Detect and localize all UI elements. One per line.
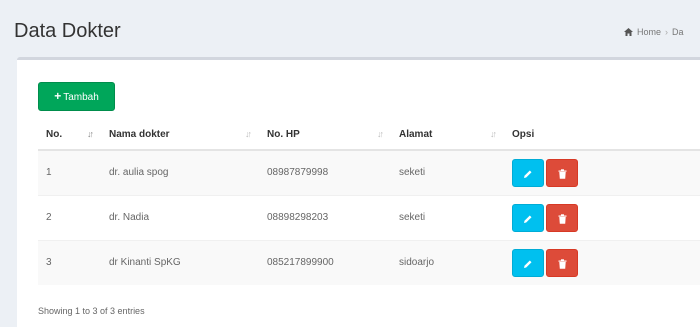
cell-opsi (504, 194, 700, 240)
cell-no: 1 (38, 149, 101, 195)
pencil-icon (524, 170, 532, 178)
sort-icon: ↓↑ (87, 129, 94, 139)
add-button-label: Tambah (63, 92, 99, 103)
pencil-icon (524, 215, 532, 223)
edit-button[interactable] (512, 158, 544, 187)
breadcrumb-separator: › (665, 27, 669, 37)
cell-hp: 08898298203 (259, 194, 391, 240)
table-header-row: No. ↓↑ Nama dokter ↓↑ No. HP ↓↑ Alamat ↓… (38, 119, 700, 151)
column-header-label: No. (46, 128, 63, 140)
cell-hp: 08987879998 (259, 149, 391, 195)
cell-nama: dr. aulia spog (101, 149, 259, 195)
column-header-opsi: Opsi (504, 119, 700, 151)
table-row: 2 dr. Nadia 08898298203 seketi (38, 194, 700, 240)
cell-no: 3 (38, 239, 101, 285)
breadcrumb-home[interactable]: Home (637, 27, 661, 37)
delete-button[interactable] (546, 203, 578, 232)
table-row: 1 dr. aulia spog 08987879998 seketi (38, 149, 700, 195)
add-button[interactable]: + Tambah (38, 82, 115, 111)
table-row: 3 dr Kinanti SpKG 085217899900 sidoarjo (38, 239, 700, 285)
column-header-alamat[interactable]: Alamat ↓↑ (391, 119, 504, 151)
column-header-hp[interactable]: No. HP ↓↑ (259, 119, 391, 151)
edit-button[interactable] (512, 203, 544, 232)
plus-icon: + (54, 89, 62, 103)
column-header-label: Nama dokter (109, 128, 170, 140)
column-header-nama[interactable]: Nama dokter ↓↑ (101, 119, 259, 151)
data-box: + Tambah No. ↓↑ Nama dokter ↓↑ No. HP ↓↑ … (17, 57, 700, 327)
edit-button[interactable] (512, 248, 544, 277)
sort-icon: ↓↑ (245, 129, 252, 139)
breadcrumb-current: Da (672, 27, 684, 37)
pencil-icon (524, 260, 532, 268)
cell-nama: dr. Nadia (101, 194, 259, 240)
breadcrumb: Home › Da (624, 27, 684, 37)
home-icon (624, 28, 633, 36)
sort-icon: ↓↑ (377, 129, 384, 139)
trash-icon (558, 213, 566, 224)
cell-alamat: seketi (391, 194, 504, 240)
cell-opsi (504, 239, 700, 285)
cell-alamat: sidoarjo (391, 239, 504, 285)
cell-alamat: seketi (391, 149, 504, 195)
content-header: Data Dokter Home › Da (0, 0, 700, 52)
doctor-table: No. ↓↑ Nama dokter ↓↑ No. HP ↓↑ Alamat ↓… (38, 119, 700, 285)
cell-nama: dr Kinanti SpKG (101, 239, 259, 285)
cell-hp: 085217899900 (259, 239, 391, 285)
column-header-no[interactable]: No. ↓↑ (38, 119, 101, 151)
column-header-label: Opsi (512, 128, 535, 140)
cell-no: 2 (38, 194, 101, 240)
trash-icon (558, 259, 566, 269)
column-header-label: Alamat (399, 128, 433, 140)
delete-button[interactable] (546, 248, 578, 277)
trash-icon (558, 169, 566, 179)
page-title: Data Dokter (14, 20, 121, 42)
table-info: Showing 1 to 3 of 3 entries (38, 306, 145, 316)
column-header-label: No. HP (267, 128, 300, 140)
cell-opsi (504, 149, 700, 195)
delete-button[interactable] (546, 158, 578, 187)
sort-icon: ↓↑ (490, 129, 497, 139)
